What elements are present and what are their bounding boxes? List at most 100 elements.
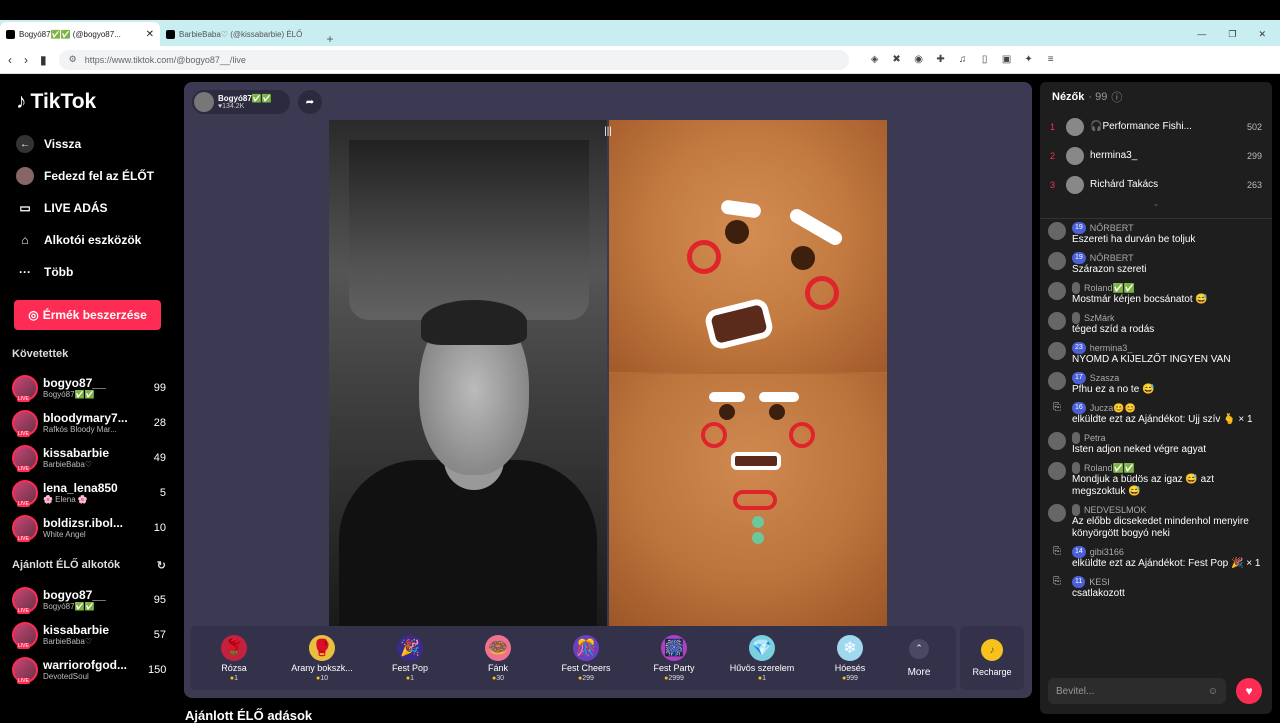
top-viewer-row[interactable]: 1 🎧Performance Fishi... 502 [1040, 112, 1272, 141]
account-item[interactable]: LIVE lena_lena850 🌸 Elena 🌸 5 [12, 475, 166, 510]
nav-live[interactable]: ▭ LIVE ADÁS [16, 192, 166, 224]
refresh-icon[interactable]: ↻ [157, 559, 166, 572]
extension-icon[interactable]: ◉ [913, 54, 925, 65]
maximize-icon[interactable]: ❐ [1228, 29, 1236, 40]
viewer-count: 150 [148, 663, 167, 676]
top-viewer-row[interactable]: 2 hermina3_ 299 [1040, 141, 1272, 170]
logo-text: TikTok [30, 90, 97, 113]
following-heading: Követettek [12, 348, 166, 360]
nav-creator-tools[interactable]: ⌂ Alkotói eszközök [16, 224, 166, 256]
chat-username[interactable]: Roland✅✅ [1084, 282, 1135, 294]
chat-username[interactable]: Roland✅✅ [1084, 462, 1135, 474]
top-viewer-row[interactable]: 3 Richárd Takács 263 [1040, 170, 1272, 199]
gift-item[interactable]: 🌹 Rózsa ●1 [190, 634, 278, 682]
gift-item[interactable]: ❄ Hóesés ●999 [806, 634, 894, 682]
browser-tab[interactable]: BarbieBaba♡ (@kissabarbie) ÉLŐ [160, 22, 320, 46]
info-icon[interactable]: ⓘ [1111, 89, 1122, 105]
chat-username[interactable]: NŐRBERT [1090, 252, 1134, 264]
account-item[interactable]: LIVE warriorofgod... DevotedSoul 150 [12, 652, 166, 687]
live-stream-panel: Bogyó87✅✅ ♥134.2K ➦ ||| 🌹 Rózsa ●1 🥊 Ara… [184, 82, 1032, 698]
chat-username[interactable]: NEDVESLMOK [1084, 504, 1147, 516]
gift-item[interactable]: 🎊 Fest Cheers ●299 [542, 634, 630, 682]
chat-username[interactable]: hermina3_ [1090, 342, 1133, 354]
buy-coins-button[interactable]: ◎ Érmék beszerzése [14, 300, 161, 330]
avatar[interactable] [1048, 252, 1066, 270]
live-badge: LIVE [17, 642, 30, 649]
like-heart-button[interactable]: ♥ [1236, 678, 1262, 704]
host-info[interactable]: Bogyó87✅✅ ♥134.2K [192, 90, 290, 114]
url-field[interactable]: ⚙ https://www.tiktok.com/@bogyo87__/live [58, 49, 849, 70]
chat-username[interactable]: gibi3166 [1090, 546, 1124, 558]
account-item[interactable]: LIVE bloodymary7... Rafkós Bloody Mar... 28 [12, 405, 166, 440]
avatar[interactable] [1048, 504, 1066, 522]
gift-item[interactable]: 🥊 Arany bokszk... ●10 [278, 634, 366, 682]
audio-icon[interactable]: ||| [601, 126, 615, 140]
chat-input[interactable]: Bevitel... ☺ [1048, 678, 1226, 704]
level-badge: 19 [1072, 222, 1086, 234]
avatar[interactable] [1048, 342, 1066, 360]
account-item[interactable]: LIVE bogyo87__ Bogyó87✅✅ 99 [12, 370, 166, 405]
avatar[interactable] [1048, 282, 1066, 300]
expand-chevron-icon[interactable]: ⌄ [1040, 199, 1272, 219]
account-nickname: Bogyó87✅✅ [43, 602, 95, 611]
nav-explore-live[interactable]: Fedezd fel az ÉLŐT [16, 160, 166, 192]
minimize-icon[interactable]: — [1197, 29, 1206, 39]
tiktok-logo[interactable]: ♪ TikTok [16, 90, 166, 114]
tiktok-note-icon: ♪ [16, 90, 27, 113]
extension-icon[interactable]: ✖ [891, 54, 903, 65]
chat-username[interactable]: SzMárk [1084, 312, 1115, 324]
emoji-icon[interactable]: ☺ [1208, 686, 1218, 697]
nav-more[interactable]: ··· Több [16, 256, 166, 288]
gift-name: Fest Cheers [561, 662, 611, 673]
new-tab-button[interactable]: + [320, 32, 340, 46]
home-tools-icon: ⌂ [21, 233, 29, 247]
ai-icon[interactable]: ✦ [1023, 54, 1035, 65]
gift-item[interactable]: 💎 Hűvös szerelem ●1 [718, 634, 806, 682]
share-icon[interactable]: ➦ [298, 90, 322, 114]
account-item[interactable]: LIVE boldizsr.ibol... White Angel 10 [12, 510, 166, 545]
close-window-icon[interactable]: ✕ [1258, 29, 1266, 40]
extension-icon[interactable]: ◈ [869, 54, 881, 65]
chat-message: Roland✅✅ Mondjuk a büdös az igaz 😅 azt me… [1040, 459, 1272, 501]
level-badge: 11 [1072, 576, 1086, 588]
chat-username[interactable]: KESI [1089, 576, 1110, 588]
avatar[interactable] [1048, 312, 1066, 330]
level-badge: 16 [1072, 402, 1086, 414]
chat-username[interactable]: Petra [1084, 432, 1106, 444]
avatar [16, 167, 34, 185]
music-icon[interactable]: ♫ [957, 54, 969, 65]
bookmark-icon[interactable]: ▮ [40, 53, 47, 67]
account-item[interactable]: LIVE bogyo87__ Bogyó87✅✅ 95 [12, 582, 166, 617]
account-nickname: Bogyó87✅✅ [43, 390, 95, 399]
browser-tab-active[interactable]: Bogyó87✅✅ (@bogyo87... ✕ [0, 22, 160, 46]
gift-item[interactable]: 🍩 Fánk ●30 [454, 634, 542, 682]
avatar[interactable] [1048, 462, 1066, 480]
recharge-button[interactable]: ♪ Recharge [960, 626, 1024, 690]
menu-icon[interactable]: ≡ [1045, 54, 1057, 65]
avatar[interactable] [1048, 222, 1066, 240]
avatar[interactable] [1048, 372, 1066, 390]
chat-username[interactable]: NŐRBERT [1090, 222, 1134, 234]
viewer-count: 57 [153, 628, 166, 641]
chat-username[interactable]: Szasza [1090, 372, 1120, 384]
chat-username[interactable]: Jucza😊😊 [1090, 402, 1136, 414]
account-item[interactable]: LIVE kissabarbie BarbieBaba♡ 49 [12, 440, 166, 475]
avatar[interactable] [1048, 432, 1066, 450]
forward-icon[interactable]: › [24, 53, 28, 67]
gift-item[interactable]: 🎉 Fest Pop ●1 [366, 634, 454, 682]
avatar: LIVE [12, 444, 38, 472]
gingerbread-filter-bottom [609, 374, 887, 626]
back-icon[interactable]: ‹ [8, 53, 12, 67]
video-player[interactable]: ||| [329, 120, 887, 626]
wallet-icon[interactable]: ▣ [1001, 54, 1013, 65]
puzzle-icon[interactable]: ✚ [935, 54, 947, 65]
gift-item[interactable]: 🎆 Fest Party ●2999 [630, 634, 718, 682]
account-item[interactable]: LIVE kissabarbie BarbieBaba♡ 57 [12, 617, 166, 652]
live-badge: LIVE [17, 500, 30, 507]
sidebar-icon[interactable]: ▯ [979, 54, 991, 65]
rank: 1 [1050, 121, 1056, 132]
nav-back[interactable]: ← Vissza [16, 128, 166, 160]
site-settings-icon[interactable]: ⚙ [69, 54, 77, 65]
more-gifts-button[interactable]: ⌃ More [894, 638, 944, 678]
close-tab-icon[interactable]: ✕ [146, 29, 154, 40]
